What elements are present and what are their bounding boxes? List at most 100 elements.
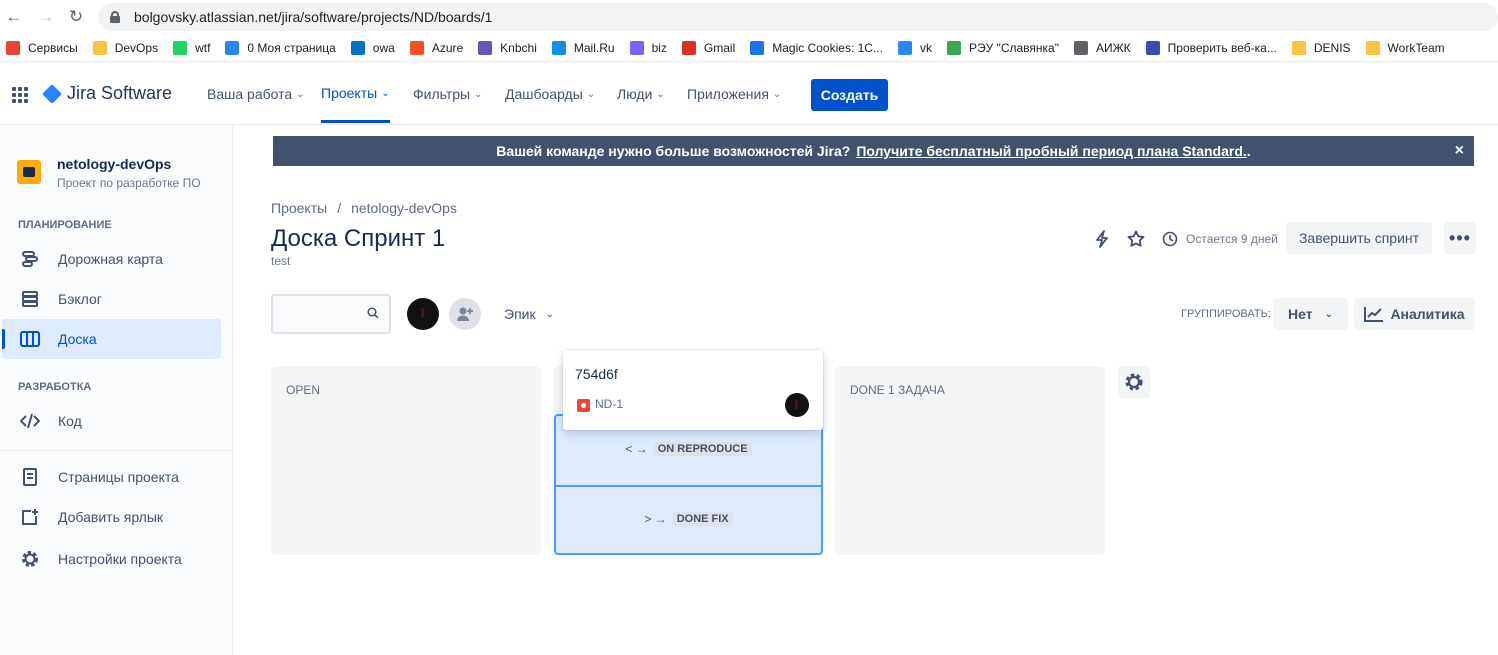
bookmark-item[interactable]: biz (629, 40, 667, 55)
jira-diamond-icon (42, 83, 62, 104)
menu-your-work[interactable]: Ваша работа ⌄ (207, 63, 305, 125)
bookmark-label: wtf (195, 40, 211, 55)
banner-trial-link[interactable]: Получите бесплатный пробный период плана… (856, 143, 1246, 159)
roadmap-icon (19, 248, 41, 270)
sprint-remaining-days: Остается 9 дней (1186, 232, 1278, 246)
back-arrow-icon[interactable]: ← (4, 7, 24, 27)
sidebar-item-roadmap[interactable]: Дорожная карта (2, 239, 221, 279)
sidebar-divider (0, 450, 232, 451)
sidebar-item-project-settings[interactable]: Настройки проекта (2, 539, 221, 579)
bookmark-item[interactable]: 0 Моя страница (225, 40, 336, 55)
bookmark-item[interactable]: Azure (409, 40, 463, 55)
sidebar-item-code[interactable]: Код (2, 401, 221, 441)
forward-arrow-icon[interactable]: → (36, 7, 56, 27)
clock-icon (1160, 229, 1180, 249)
project-avatar[interactable] (17, 160, 41, 184)
globe-icon (1073, 40, 1088, 55)
code-icon (19, 410, 41, 432)
close-icon[interactable]: × (1455, 142, 1464, 160)
bookmark-label: 0 Моя страница (247, 40, 336, 55)
lock-icon (110, 11, 120, 23)
issue-key[interactable]: ND-1 (595, 397, 623, 411)
bookmark-label: РЭУ "Славянка" (968, 40, 1059, 55)
automation-lightning-icon[interactable] (1092, 229, 1112, 249)
transition-arrow: > → (644, 512, 667, 526)
assignee-avatar[interactable] (785, 393, 809, 417)
bookmark-item[interactable]: owa (350, 40, 395, 55)
menu-dashboards[interactable]: Дашбоарды ⌄ (505, 63, 595, 125)
bookmark-item[interactable]: DENIS (1291, 40, 1351, 55)
sidebar-item-backlog[interactable]: Бэклог (2, 279, 221, 319)
breadcrumb-project[interactable]: netology-devOps (351, 200, 457, 216)
bookmark-label: DENIS (1313, 40, 1351, 55)
bookmark-item[interactable]: Сервисы (6, 40, 78, 55)
gmail-icon (681, 40, 696, 55)
breadcrumb-projects[interactable]: Проекты (271, 200, 327, 216)
folder-icon (92, 40, 107, 55)
bookmark-label: biz (651, 40, 667, 55)
menu-filters[interactable]: Фильтры ⌄ (413, 63, 482, 125)
project-name[interactable]: netology-devOps (57, 156, 171, 172)
app-switcher-icon[interactable] (12, 87, 28, 103)
analytics-chart-icon (1364, 307, 1384, 322)
issue-card[interactable]: 754d6f ND-1 (563, 350, 823, 430)
reload-icon[interactable]: ↻ (66, 7, 86, 27)
epic-label: Эпик (504, 306, 536, 322)
transition-drop-zone[interactable]: < → ON REPRODUCE > → DONE FIX (554, 414, 823, 555)
jira-logo[interactable]: Jira Software (42, 83, 172, 104)
bookmark-item[interactable]: Mail.Ru (551, 40, 615, 55)
star-icon[interactable] (1126, 229, 1146, 249)
add-shortcut-icon (19, 506, 41, 528)
search-icon (367, 307, 379, 319)
group-by-value: Нет (1288, 306, 1313, 322)
transition-done-fix[interactable]: > → DONE FIX (556, 512, 821, 526)
folder-icon (1291, 40, 1306, 55)
menu-label: Фильтры (413, 86, 471, 102)
avatar[interactable] (407, 298, 439, 330)
folder-icon (1365, 40, 1380, 55)
group-by-select[interactable]: Нет ⌄ (1273, 298, 1348, 330)
app-name: Jira Software (67, 83, 173, 103)
sidebar-item-add-shortcut[interactable]: Добавить ярлык (2, 497, 221, 537)
k-icon (478, 40, 493, 55)
chevron-down-icon: ⌄ (586, 88, 596, 100)
menu-label: Приложения (687, 86, 769, 102)
add-people-button[interactable] (449, 298, 481, 330)
bookmark-item[interactable]: Magic Cookies: 1C... (750, 40, 883, 55)
sidebar-item-project-pages[interactable]: Страницы проекта (2, 457, 221, 497)
column-title: OPEN (286, 383, 321, 397)
bookmark-item[interactable]: WorkTeam (1365, 40, 1445, 55)
complete-sprint-button[interactable]: Завершить спринт (1286, 222, 1432, 254)
bookmarks-bar: Сервисы DevOps wtf 0 Моя страница owa Azure Kn… (0, 34, 1498, 62)
address-bar[interactable]: bolgovsky.atlassian.net/jira/software/pr… (98, 3, 1498, 31)
bookmark-item[interactable]: Gmail (681, 40, 735, 55)
sidebar-item-board[interactable]: Доска (2, 319, 221, 359)
bookmark-item[interactable]: DevOps (92, 40, 158, 55)
transition-on-reproduce[interactable]: < → ON REPRODUCE (556, 442, 821, 456)
menu-apps[interactable]: Приложения ⌄ (687, 63, 781, 125)
add-person-icon (457, 307, 473, 321)
bookmark-item[interactable]: РЭУ "Славянка" (946, 40, 1059, 55)
menu-people[interactable]: Люди ⌄ (617, 63, 665, 125)
board-search-input[interactable] (271, 294, 391, 334)
bookmark-item[interactable]: Проверить веб-ка... (1145, 40, 1277, 55)
bookmark-item[interactable]: АИЖК (1073, 40, 1131, 55)
analytics-button[interactable]: Аналитика (1354, 298, 1475, 330)
bookmark-label: Magic Cookies: 1C... (772, 40, 883, 55)
bookmark-label: Проверить веб-ка... (1167, 40, 1277, 55)
leaf-icon (946, 40, 961, 55)
bookmark-item[interactable]: vk (897, 40, 932, 55)
issue-summary: 754d6f (575, 366, 618, 382)
development-heading: РАЗРАБОТКА (18, 381, 92, 393)
menu-projects[interactable]: Проекты ⌄ (321, 63, 390, 123)
create-button[interactable]: Создать (811, 79, 888, 111)
board-settings-button[interactable] (1118, 366, 1150, 398)
bookmark-label: vk (919, 40, 932, 55)
epic-filter[interactable]: Эпик ⌄ (504, 306, 554, 322)
bookmark-item[interactable]: wtf (173, 40, 211, 55)
outlook-icon (350, 40, 365, 55)
analytics-label: Аналитика (1390, 306, 1465, 322)
more-actions-button[interactable]: ••• (1444, 222, 1476, 254)
bookmark-item[interactable]: Knbchi (478, 40, 537, 55)
cookie-icon (750, 40, 765, 55)
